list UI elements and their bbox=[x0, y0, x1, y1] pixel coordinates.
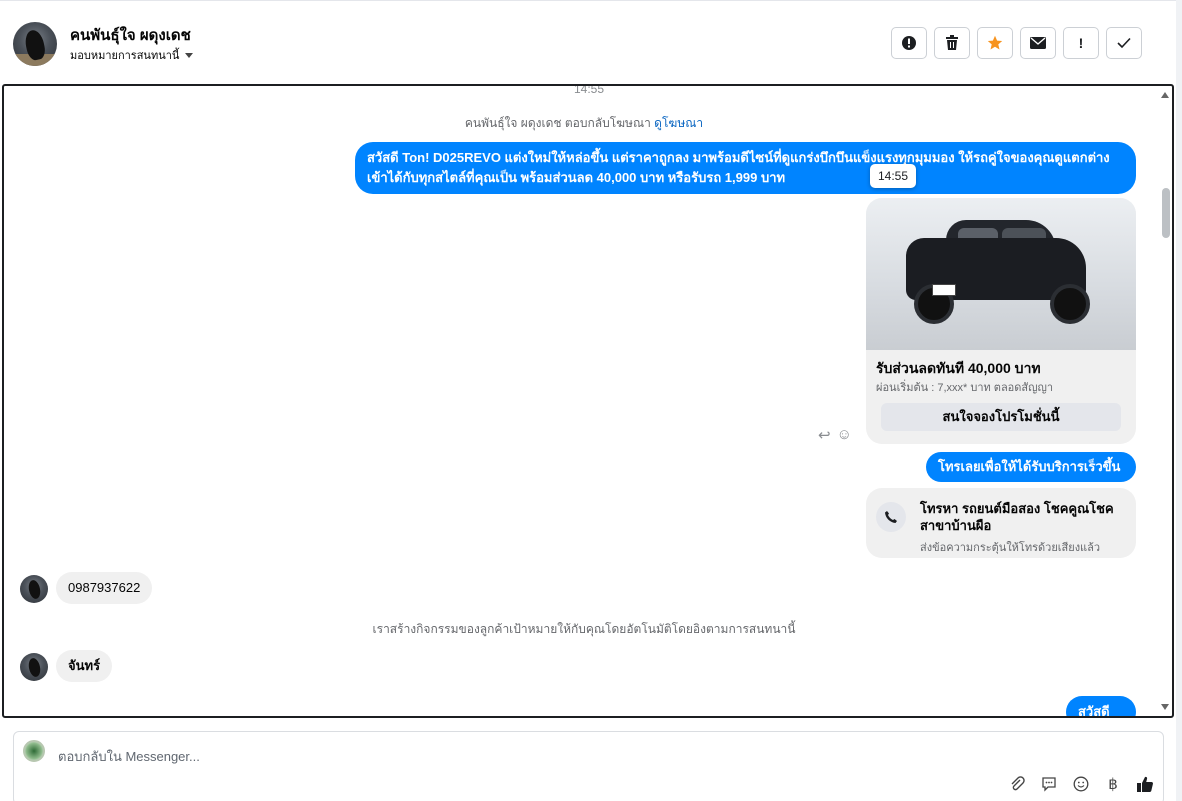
car-image[interactable] bbox=[866, 198, 1136, 350]
star-icon bbox=[987, 35, 1003, 50]
follow-up-button[interactable]: ! bbox=[1063, 27, 1099, 59]
outgoing-message[interactable]: โทรเลยเพื่อให้ได้รับบริการเร็วขึ้น bbox=[926, 452, 1136, 482]
speech-bubble-glyph bbox=[1042, 777, 1056, 792]
spam-button[interactable] bbox=[891, 27, 927, 59]
conversation-header: คนพันธุ์ใจ ผดุงเดช มอบหมายการสนทนานี้ ! bbox=[0, 0, 1176, 83]
composer-toolbar: ฿ bbox=[1007, 774, 1155, 794]
ad-reply-text: คนพันธุ์ใจ ผดุงเดช ตอบกลับโฆษณา bbox=[464, 116, 651, 130]
emoji-react-icon[interactable]: ☺ bbox=[837, 426, 852, 444]
scroll-down-arrow[interactable] bbox=[1161, 704, 1169, 710]
envelope-icon bbox=[1030, 37, 1046, 49]
card-title: รับส่วนลดทันที 40,000 บาท bbox=[876, 360, 1041, 376]
system-note: เราสร้างกิจกรรมของลูกค้าเป้าหมายให้กับคุ… bbox=[372, 622, 796, 636]
scrollbar[interactable] bbox=[1158, 86, 1172, 716]
ad-reply-note: คนพันธุ์ใจ ผดุงเดช ตอบกลับโฆษณา ดูโฆษณา bbox=[4, 114, 1164, 133]
smiley-glyph bbox=[1073, 776, 1089, 792]
window-edge bbox=[1176, 0, 1182, 801]
reply-icon[interactable]: ↩ bbox=[818, 426, 831, 444]
reply-input[interactable]: ตอบกลับใน Messenger... bbox=[58, 746, 200, 767]
avatar-bird bbox=[27, 579, 42, 600]
incoming-message[interactable]: 0987937622 bbox=[56, 572, 153, 604]
call-subtitle: ส่งข้อความกระตุ้นให้โทรด้วยเสียงแล้ว bbox=[920, 542, 1101, 554]
message-actions: ↩ ☺ bbox=[818, 426, 852, 444]
mark-unread-button[interactable] bbox=[1020, 27, 1056, 59]
star-button[interactable] bbox=[977, 27, 1013, 59]
paperclip-glyph bbox=[1011, 776, 1025, 791]
contact-name[interactable]: คนพันธุ์ใจ ผดุงเดช bbox=[70, 23, 191, 47]
outgoing-message[interactable]: สวัสดี Ton! D025REVO แต่งใหม่ให้หล่อขึ้น… bbox=[355, 142, 1136, 194]
timestamp: 14:55 bbox=[574, 84, 605, 96]
assign-dropdown[interactable]: มอบหมายการสนทนานี้ bbox=[70, 46, 194, 64]
caret-down-icon bbox=[185, 52, 194, 58]
time-tooltip: 14:55 bbox=[870, 164, 917, 188]
thumbs-up-icon[interactable] bbox=[1135, 774, 1155, 794]
message-thread[interactable]: 14:55 คนพันธุ์ใจ ผดุงเดช ตอบกลับโฆษณา ดู… bbox=[2, 84, 1174, 718]
phone-icon bbox=[876, 502, 906, 532]
page-logo-icon bbox=[23, 740, 45, 762]
scroll-thumb[interactable] bbox=[1162, 188, 1170, 238]
outgoing-message[interactable]: สวัสดีค่ะ bbox=[1066, 696, 1136, 716]
contact-avatar[interactable] bbox=[13, 22, 57, 66]
reply-composer[interactable]: ตอบกลับใน Messenger... ฿ bbox=[13, 731, 1164, 801]
avatar-bird bbox=[27, 657, 42, 678]
check-icon bbox=[1117, 37, 1131, 49]
call-card[interactable]: โทรหา รถยนต์มือสอง โชคคูณโชค สาขาบ้านผือ… bbox=[866, 488, 1136, 558]
contact-avatar-small bbox=[20, 653, 48, 681]
emoji-icon[interactable] bbox=[1071, 774, 1091, 794]
contact-avatar-small bbox=[20, 575, 48, 603]
car-wheel bbox=[1050, 284, 1090, 324]
inbox-conversation: คนพันธุ์ใจ ผดุงเดช มอบหมายการสนทนานี้ ! … bbox=[0, 0, 1182, 801]
phone-glyph bbox=[885, 511, 897, 523]
assign-label: มอบหมายการสนทนานี้ bbox=[70, 50, 180, 62]
alert-circle-icon bbox=[902, 36, 916, 50]
license-plate bbox=[932, 284, 956, 296]
saved-reply-icon[interactable] bbox=[1039, 774, 1059, 794]
scroll-up-arrow[interactable] bbox=[1161, 92, 1169, 98]
incoming-message[interactable]: จันทร์ bbox=[56, 650, 113, 682]
call-title: โทรหา รถยนต์มือสอง โชคคูณโชค สาขาบ้านผือ bbox=[920, 501, 1114, 533]
card-subtitle: ผ่อนเริ่มต้น : 7,xxx* บาท ตลอดสัญญา bbox=[876, 382, 1054, 394]
payment-icon[interactable]: ฿ bbox=[1103, 774, 1123, 794]
exclamation-icon: ! bbox=[1078, 35, 1084, 51]
done-button[interactable] bbox=[1106, 27, 1142, 59]
attach-icon[interactable] bbox=[1007, 774, 1027, 794]
thumbs-up-glyph bbox=[1137, 776, 1153, 792]
ad-card[interactable]: รับส่วนลดทันที 40,000 บาท ผ่อนเริ่มต้น :… bbox=[866, 198, 1136, 444]
conversation-toolbar: ! bbox=[891, 27, 1142, 59]
promo-cta-button[interactable]: สนใจจองโปรโมชั่นนี้ bbox=[881, 403, 1121, 431]
delete-button[interactable] bbox=[934, 27, 970, 59]
trash-icon bbox=[946, 35, 958, 50]
view-ad-link[interactable]: ดูโฆษณา bbox=[654, 116, 703, 130]
